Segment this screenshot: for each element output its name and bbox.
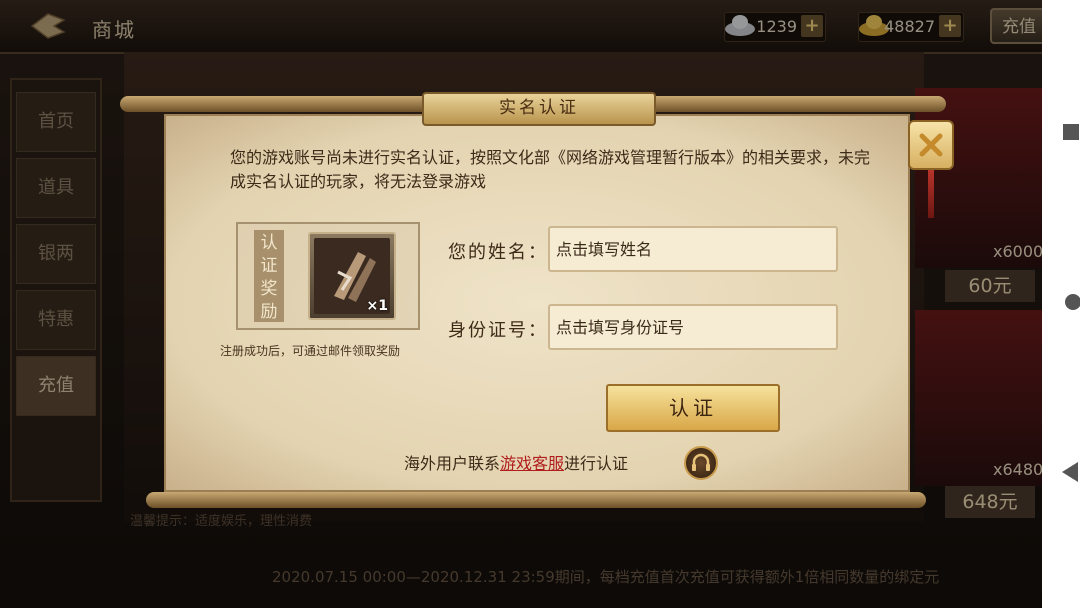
footer-suffix: 进行认证	[564, 454, 629, 473]
tassel-decoration	[928, 170, 934, 218]
game-screen: 商城 1239 + 48827 + 充值 首页 道具 银两 特惠 充值 x600…	[0, 0, 1042, 608]
customer-service-link[interactable]: 游戏客服	[500, 454, 564, 473]
close-button[interactable]	[908, 120, 954, 170]
reward-hint: 注册成功后，可通过邮件领取奖励	[220, 344, 401, 358]
dialog-title-plaque: 实名认证	[422, 92, 656, 126]
headset-button[interactable]	[684, 446, 718, 480]
dialog-title: 实名认证	[499, 98, 579, 118]
scroll-rod-bottom	[146, 492, 926, 508]
recents-icon[interactable]	[1063, 124, 1079, 140]
verify-button[interactable]: 认证	[606, 384, 780, 432]
id-label: 身份证号：	[448, 320, 548, 341]
name-label: 您的姓名：	[448, 242, 548, 263]
footer-prefix: 海外用户联系	[404, 454, 501, 473]
reward-quantity: ×1	[366, 298, 388, 314]
close-icon	[919, 133, 943, 157]
home-icon[interactable]	[1065, 294, 1080, 310]
headset-icon	[692, 453, 710, 471]
reward-item[interactable]: ×1	[308, 232, 396, 320]
verification-notice: 您的游戏账号尚未进行实名认证，按照文化部《网络游戏管理暂行版本》的相关要求，未完…	[230, 148, 871, 191]
id-number-input[interactable]	[548, 304, 838, 350]
back-icon[interactable]	[1062, 462, 1078, 482]
reward-box: 认证奖励 ×1	[236, 222, 420, 330]
overseas-support-line: 海外用户联系游戏客服进行认证	[404, 450, 628, 474]
reward-label: 认证奖励	[254, 230, 284, 322]
name-input[interactable]	[548, 226, 838, 272]
